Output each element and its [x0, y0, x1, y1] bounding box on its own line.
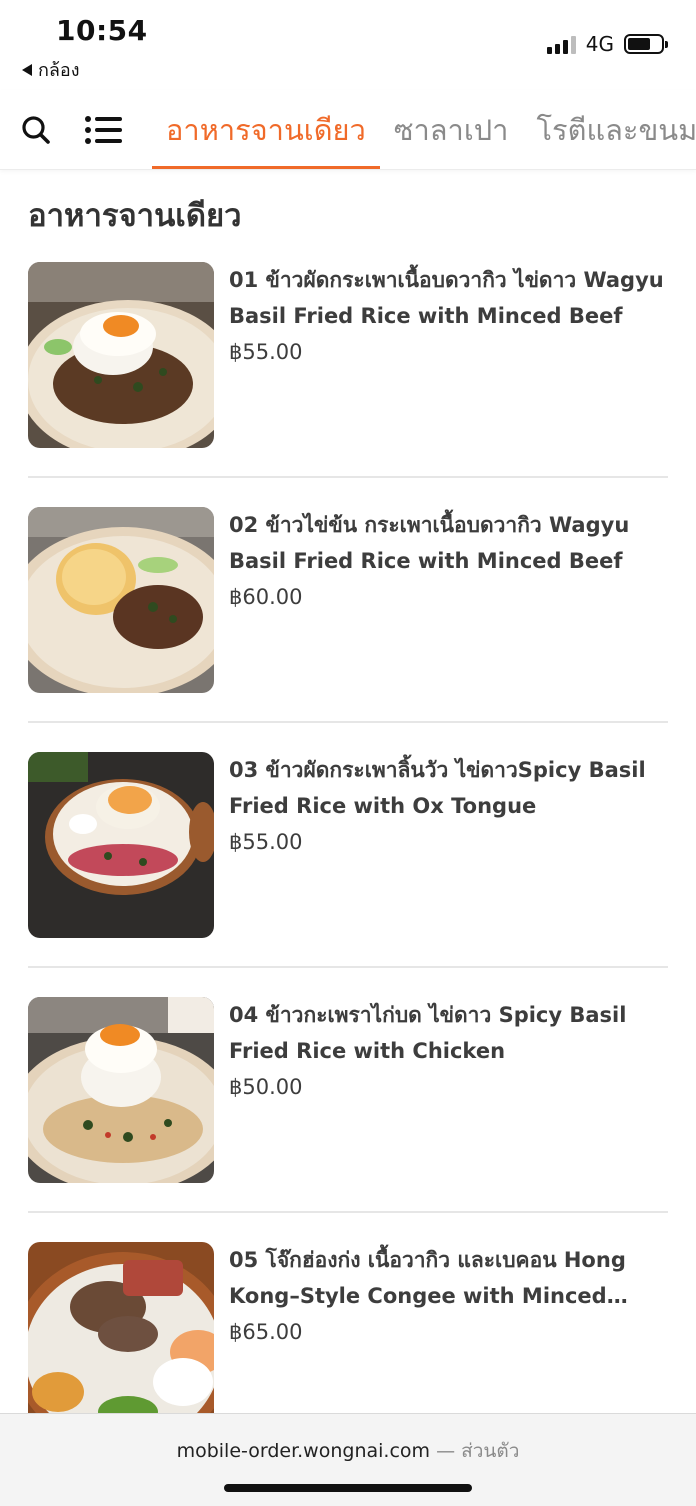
- tab-roti-bread[interactable]: โรตีและขนมปัง: [522, 90, 696, 169]
- section-title: อาหารจานเดียว: [28, 198, 242, 234]
- fried-rice-fried-egg-photo: [28, 262, 214, 448]
- congee-photo: [28, 1242, 214, 1428]
- chicken-basil-rice-photo: [28, 997, 214, 1183]
- item-price: ฿65.00: [229, 1320, 303, 1344]
- category-list-icon[interactable]: [84, 110, 124, 150]
- address-bar[interactable]: mobile-order.wongnai.com — ส่วนตัว: [0, 1436, 696, 1466]
- item-divider: [28, 721, 668, 723]
- search-icon[interactable]: [16, 110, 56, 150]
- ox-tongue-rice-photo: [28, 752, 214, 938]
- status-time: 10:54: [56, 14, 148, 47]
- item-price: ฿55.00: [229, 340, 303, 364]
- back-to-app-link[interactable]: กล้อง: [22, 55, 80, 84]
- category-nav: อาหารจานเดียว ซาลาเปา โรตีและขนมปัง: [0, 90, 696, 170]
- status-bar: 10:54 กล้อง 4G: [0, 0, 696, 90]
- home-indicator[interactable]: [224, 1484, 472, 1492]
- item-name: 04 ข้าวกะเพราไก่บด ไข่ดาว Spicy Basil Fr…: [229, 1003, 627, 1063]
- item-price: ฿50.00: [229, 1075, 303, 1099]
- item-divider: [28, 966, 668, 968]
- back-app-label: กล้อง: [38, 60, 80, 81]
- browser-bottom-bar: mobile-order.wongnai.com — ส่วนตัว: [0, 1413, 696, 1506]
- menu-item[interactable]: 02 ข้าวไข่ข้น กระเพาเนื้อบดวากิว Wagyu B…: [28, 507, 668, 752]
- item-name: 03 ข้าวผัดกระเพาลิ้นวัว ไข่ดาวSpicy Basi…: [229, 758, 646, 818]
- back-arrow-icon: [22, 63, 32, 76]
- menu-item[interactable]: 01 ข้าวผัดกระเพาเนื้อบดวากิว ไข่ดาว Wagy…: [28, 262, 668, 507]
- battery-icon: [624, 34, 668, 54]
- item-price: ฿60.00: [229, 585, 303, 609]
- browsing-mode-label: — ส่วนตัว: [436, 1440, 520, 1462]
- tab-single-dish[interactable]: อาหารจานเดียว: [152, 90, 380, 169]
- item-price: ฿55.00: [229, 830, 303, 854]
- url-text: mobile-order.wongnai.com: [176, 1440, 431, 1462]
- cellular-signal-icon: [546, 34, 576, 54]
- menu-item[interactable]: 04 ข้าวกะเพราไก่บด ไข่ดาว Spicy Basil Fr…: [28, 997, 668, 1242]
- status-indicators: 4G: [546, 32, 668, 56]
- item-name: 02 ข้าวไข่ข้น กระเพาเนื้อบดวากิว Wagyu B…: [229, 513, 630, 573]
- item-name: 01 ข้าวผัดกระเพาเนื้อบดวากิว ไข่ดาว Wagy…: [229, 268, 664, 328]
- menu-item[interactable]: 03 ข้าวผัดกระเพาลิ้นวัว ไข่ดาวSpicy Basi…: [28, 752, 668, 997]
- tab-salapao[interactable]: ซาลาเปา: [380, 90, 523, 169]
- category-tabs: อาหารจานเดียว ซาลาเปา โรตีและขนมปัง: [152, 90, 696, 169]
- menu-list: 01 ข้าวผัดกระเพาเนื้อบดวากิว ไข่ดาว Wagy…: [28, 262, 668, 1487]
- network-type: 4G: [585, 32, 614, 56]
- omelette-basil-beef-photo: [28, 507, 214, 693]
- item-divider: [28, 1211, 668, 1213]
- item-divider: [28, 476, 668, 478]
- item-name: 05 โจ๊กฮ่องก่ง เนื้อวากิว และเบคอน Hong …: [229, 1248, 626, 1308]
